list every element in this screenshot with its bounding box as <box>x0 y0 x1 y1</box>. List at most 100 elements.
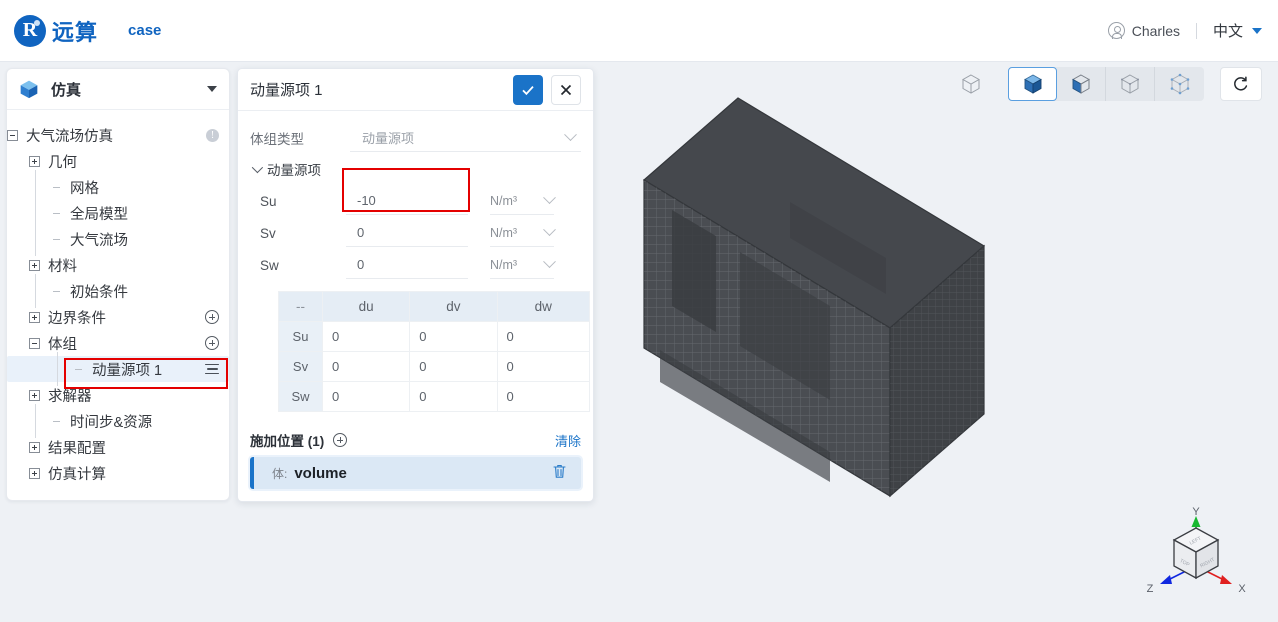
panel-title: 动量源项 1 <box>250 82 323 99</box>
view-mode-half-button[interactable] <box>1057 67 1106 101</box>
source-term-row: Sw 0 N/m³ <box>250 249 581 281</box>
tree-item[interactable]: 大气流场仿真! <box>7 122 229 148</box>
source-term-unit-select[interactable]: N/m³ <box>490 220 556 247</box>
tree-item[interactable]: 仿真计算 <box>7 460 229 486</box>
expand-icon[interactable] <box>29 389 40 401</box>
tree-item[interactable]: 材料 <box>7 252 229 278</box>
tree-leaf-marker <box>51 208 62 219</box>
expand-icon[interactable] <box>29 155 40 167</box>
panel-actions <box>513 74 581 105</box>
location-item[interactable]: 体: volume <box>250 457 581 489</box>
chevron-down-icon <box>543 255 556 269</box>
source-term-input[interactable]: 0 <box>346 252 468 279</box>
source-term-unit-select[interactable]: N/m³ <box>490 252 556 279</box>
case-name[interactable]: case <box>128 22 161 39</box>
matrix-cell-input[interactable]: 0 <box>409 321 498 352</box>
expand-icon[interactable] <box>29 441 40 453</box>
source-term-input[interactable]: -10 <box>346 188 468 215</box>
axis-gizmo[interactable]: LEFT TOP RIGHT Y X Z <box>1142 506 1250 606</box>
delete-location-button[interactable] <box>552 463 567 484</box>
row-header: Sw <box>278 381 323 412</box>
matrix-cell-input[interactable]: 0 <box>496 381 590 412</box>
language-label: 中文 <box>1212 23 1243 40</box>
tree-item-label: 初始条件 <box>70 284 128 301</box>
column-header: dv <box>409 291 498 322</box>
tree-item[interactable]: 几何 <box>7 148 229 174</box>
tree-item-label: 体组 <box>48 336 77 353</box>
confirm-button[interactable] <box>513 74 543 105</box>
matrix-cell-input[interactable]: 0 <box>321 381 411 412</box>
expand-icon[interactable] <box>29 311 40 323</box>
user-menu[interactable]: Charles <box>1107 22 1180 39</box>
view-mode-wire-button[interactable] <box>1106 67 1155 101</box>
view-mode-solid-button[interactable] <box>1008 67 1057 101</box>
momentum-source-section-header[interactable]: 动量源项 <box>251 157 581 181</box>
add-item-icon[interactable] <box>205 336 219 350</box>
plus-circle-icon[interactable] <box>333 433 348 447</box>
tree-guide-line <box>57 352 58 386</box>
tree-item[interactable]: 求解器 <box>7 382 229 408</box>
volume-group-type-select[interactable]: 动量源项 <box>350 124 581 152</box>
tree-item[interactable]: 初始条件 <box>7 274 229 308</box>
view-mode-points-button[interactable] <box>1155 67 1204 101</box>
topbar-right: Charles 中文 <box>1107 20 1262 41</box>
tree-item-label: 全局模型 <box>70 206 128 223</box>
gizmo-axis-z: Z <box>1147 583 1154 595</box>
viewport-3d[interactable]: LEFT TOP RIGHT Y X Z <box>600 62 1278 622</box>
tree-item[interactable]: 边界条件 <box>7 304 229 330</box>
cube-outline-button[interactable] <box>950 67 992 101</box>
clear-locations-link[interactable]: 清除 <box>555 431 581 450</box>
brand-name: 远算 <box>52 19 99 45</box>
logo-icon: R <box>14 14 46 47</box>
collapse-icon[interactable] <box>7 129 18 141</box>
check-icon <box>522 85 534 95</box>
caret-down-icon[interactable] <box>207 86 217 92</box>
cancel-button[interactable] <box>551 74 581 105</box>
matrix-cell-input[interactable]: 0 <box>496 321 590 352</box>
matrix-cell-input[interactable]: 0 <box>409 381 498 412</box>
cube-solid-icon <box>1023 74 1042 94</box>
chevron-down-icon <box>543 191 556 205</box>
sidebar-header[interactable]: 仿真 <box>7 69 229 110</box>
reset-view-icon <box>1234 76 1248 91</box>
user-circle-icon <box>1107 22 1125 39</box>
sidebar-title: 仿真 <box>51 81 82 99</box>
tree-item[interactable]: 时间步&资源 <box>7 404 229 438</box>
expand-icon[interactable] <box>29 259 40 271</box>
matrix-cell-input[interactable]: 0 <box>496 351 590 382</box>
row-header: Sv <box>278 351 323 382</box>
tree-item-label: 求解器 <box>48 388 92 405</box>
chevron-down-icon <box>543 223 556 237</box>
cube-outline-icon <box>961 74 981 94</box>
expand-icon[interactable] <box>29 467 40 479</box>
collapse-icon[interactable] <box>29 337 40 349</box>
tree-item[interactable]: 大气流场 <box>7 222 229 256</box>
tree-item[interactable]: 体组 <box>7 330 229 356</box>
source-term-input[interactable]: 0 <box>346 220 468 247</box>
tree-item-label: 仿真计算 <box>48 466 106 483</box>
reset-view-button[interactable] <box>1220 67 1262 101</box>
tree-item-label: 材料 <box>48 258 77 275</box>
tree-item[interactable]: 动量源项 1 <box>7 352 229 386</box>
matrix-cell-input[interactable]: 0 <box>321 321 411 352</box>
tree-item-trailing <box>205 310 219 324</box>
tree-item[interactable]: 结果配置 <box>7 434 229 460</box>
matrix-cell-input[interactable]: 0 <box>409 351 498 382</box>
tree-item[interactable]: 网格 <box>7 170 229 204</box>
tree-item[interactable]: 全局模型 <box>7 196 229 230</box>
divider <box>1195 22 1197 39</box>
tree-leaf-marker <box>51 234 62 245</box>
language-switcher[interactable]: 中文 <box>1213 20 1262 41</box>
brand[interactable]: R 远算 <box>14 14 99 47</box>
add-item-icon[interactable] <box>205 310 219 324</box>
item-menu-icon[interactable] <box>205 363 219 375</box>
trash-icon <box>553 464 566 478</box>
table-row: Sv 0 0 0 <box>278 351 590 382</box>
tree-leaf-marker <box>51 416 62 427</box>
tree-item-label: 几何 <box>48 154 77 171</box>
viewport-toolbar <box>950 67 1262 101</box>
mesh-model <box>642 97 986 498</box>
matrix-cell-input[interactable]: 0 <box>321 351 411 382</box>
source-term-unit-select[interactable]: N/m³ <box>490 188 556 215</box>
simulation-tree: 大气流场仿真! 几何 网格全局模型 大气流场材料初始条件边界条件体组 动量源项 1 求解器… <box>7 110 229 500</box>
